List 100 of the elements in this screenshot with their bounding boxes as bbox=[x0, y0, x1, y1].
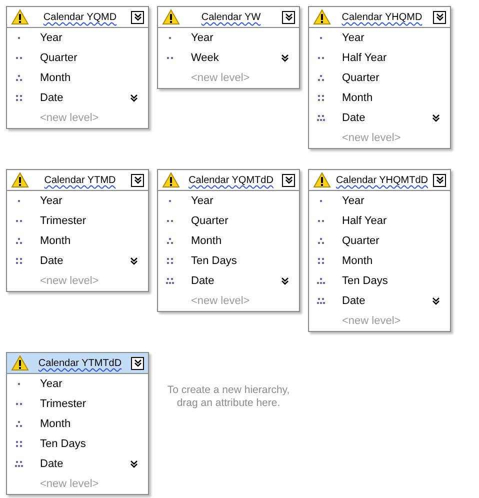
level-name[interactable]: Year bbox=[191, 195, 291, 207]
hierarchy-title: Calendar YQMTdD bbox=[188, 174, 274, 186]
hierarchy-card[interactable]: Calendar YW Year Week <new level> bbox=[157, 6, 300, 89]
level-name[interactable]: Date bbox=[40, 255, 130, 267]
level-icon bbox=[166, 54, 174, 62]
level-name[interactable]: Year bbox=[191, 32, 291, 44]
expand-icon[interactable] bbox=[432, 297, 440, 305]
level-icon bbox=[15, 197, 23, 205]
hierarchy-card[interactable]: Calendar YHQMD Year Half Year Quarter Month Date <new level> bbox=[308, 6, 451, 149]
hierarchy-card[interactable]: Calendar YTMTdD Year Trimester Month Ten Days Date <new level> bbox=[6, 352, 149, 495]
expand-icon[interactable] bbox=[130, 94, 138, 102]
hierarchy-card[interactable]: Calendar YHQMTdD Year Half Year Quarter Month Ten Days Date <new level> bbox=[308, 169, 451, 332]
collapse-icon bbox=[436, 176, 444, 184]
level-name[interactable]: Trimester bbox=[40, 215, 140, 227]
level-name[interactable]: Half Year bbox=[342, 52, 442, 64]
level-icon bbox=[15, 94, 23, 102]
level-icon bbox=[15, 380, 23, 388]
collapse-button[interactable] bbox=[282, 174, 295, 186]
level-name[interactable]: Date bbox=[40, 458, 130, 470]
level-icon bbox=[317, 54, 325, 62]
level-icon bbox=[317, 237, 325, 245]
hierarchy-card[interactable]: Calendar YQMTdD Year Quarter Month Ten Days Date <new level> bbox=[157, 169, 300, 312]
collapse-button[interactable] bbox=[433, 174, 446, 186]
hierarchy-header[interactable]: Calendar YTMTdD bbox=[7, 353, 148, 374]
hierarchy-header[interactable]: Calendar YTMD bbox=[7, 170, 148, 191]
collapse-button[interactable] bbox=[433, 10, 446, 24]
collapse-icon bbox=[284, 13, 292, 21]
level-icon bbox=[15, 54, 23, 62]
level-icon bbox=[166, 197, 174, 205]
level-name[interactable]: Quarter bbox=[40, 52, 140, 64]
warning-icon bbox=[313, 172, 331, 188]
level-name[interactable]: Date bbox=[342, 112, 432, 124]
collapse-button[interactable] bbox=[131, 174, 144, 186]
level-name[interactable]: Year bbox=[40, 32, 140, 44]
collapse-icon bbox=[134, 13, 142, 21]
level-icon bbox=[317, 197, 325, 205]
warning-icon bbox=[11, 172, 29, 188]
level-icon bbox=[317, 297, 325, 305]
collapse-icon bbox=[436, 13, 444, 21]
level-name[interactable]: Date bbox=[40, 92, 130, 104]
level-name[interactable]: Half Year bbox=[342, 215, 442, 227]
level-name[interactable]: Month bbox=[40, 418, 140, 430]
hierarchy-header[interactable]: Calendar YQMTdD bbox=[158, 170, 299, 191]
level-icon bbox=[317, 74, 325, 82]
hierarchy-header[interactable]: Calendar YHQMD bbox=[309, 7, 450, 28]
hierarchy-card[interactable]: Calendar YQMD Year Quarter Month Date <new level> bbox=[6, 6, 149, 129]
level-name[interactable]: Date bbox=[342, 295, 432, 307]
level-name[interactable]: Quarter bbox=[191, 215, 291, 227]
hierarchy-header[interactable]: Calendar YQMD bbox=[7, 7, 148, 28]
level-name[interactable]: Week bbox=[191, 52, 281, 64]
level-icon bbox=[317, 114, 325, 122]
level-icon bbox=[15, 257, 23, 265]
warning-icon bbox=[162, 9, 180, 25]
expand-icon[interactable] bbox=[130, 460, 138, 468]
drop-hint: To create a new hierarchy, drag an attribute here. bbox=[166, 384, 291, 410]
level-name[interactable]: Month bbox=[40, 235, 140, 247]
level-name[interactable]: Quarter bbox=[342, 72, 442, 84]
level-icon bbox=[15, 237, 23, 245]
level-icon bbox=[166, 237, 174, 245]
hierarchy-title: Calendar YTMTdD bbox=[37, 358, 123, 368]
expand-icon[interactable] bbox=[281, 54, 289, 62]
level-icon bbox=[166, 34, 174, 42]
collapse-button[interactable] bbox=[282, 10, 295, 24]
level-name[interactable]: Year bbox=[40, 195, 140, 207]
level-icon bbox=[317, 34, 325, 42]
level-name[interactable]: Quarter bbox=[342, 235, 442, 247]
warning-icon bbox=[11, 9, 29, 25]
level-icon bbox=[15, 74, 23, 82]
collapse-icon bbox=[134, 359, 142, 367]
hierarchy-title: Calendar YQMD bbox=[42, 12, 118, 22]
expand-icon[interactable] bbox=[130, 257, 138, 265]
level-name[interactable]: Month bbox=[342, 255, 442, 267]
expand-icon[interactable] bbox=[432, 114, 440, 122]
level-name[interactable]: Date bbox=[191, 275, 281, 287]
hierarchy-title: Calendar YW bbox=[200, 12, 262, 22]
level-icon bbox=[15, 34, 23, 42]
level-name[interactable]: Year bbox=[40, 378, 140, 390]
level-name[interactable]: Year bbox=[342, 195, 442, 207]
hierarchy-header[interactable]: Calendar YW bbox=[158, 7, 299, 28]
level-icon bbox=[317, 257, 325, 265]
hierarchy-header[interactable]: Calendar YHQMTdD bbox=[309, 170, 450, 191]
hierarchy-title: Calendar YHQMD bbox=[340, 12, 424, 22]
level-name[interactable]: Year bbox=[342, 32, 442, 44]
level-name[interactable]: Ten Days bbox=[342, 275, 442, 287]
level-name[interactable]: Trimester bbox=[40, 398, 140, 410]
collapse-icon bbox=[284, 176, 292, 184]
level-icon bbox=[317, 94, 325, 102]
collapse-icon bbox=[134, 176, 142, 184]
level-icon bbox=[15, 420, 23, 428]
collapse-button[interactable] bbox=[131, 356, 144, 370]
level-name[interactable]: Month bbox=[40, 72, 140, 84]
level-name[interactable]: Ten Days bbox=[191, 255, 291, 267]
level-icon bbox=[166, 277, 174, 285]
collapse-button[interactable] bbox=[131, 10, 144, 24]
level-name[interactable]: Ten Days bbox=[40, 438, 140, 450]
level-name[interactable]: Month bbox=[191, 235, 291, 247]
level-name[interactable]: Month bbox=[342, 92, 442, 104]
warning-icon bbox=[162, 172, 180, 188]
expand-icon[interactable] bbox=[281, 277, 289, 285]
hierarchy-card[interactable]: Calendar YTMD Year Trimester Month Date <new level> bbox=[6, 169, 149, 292]
